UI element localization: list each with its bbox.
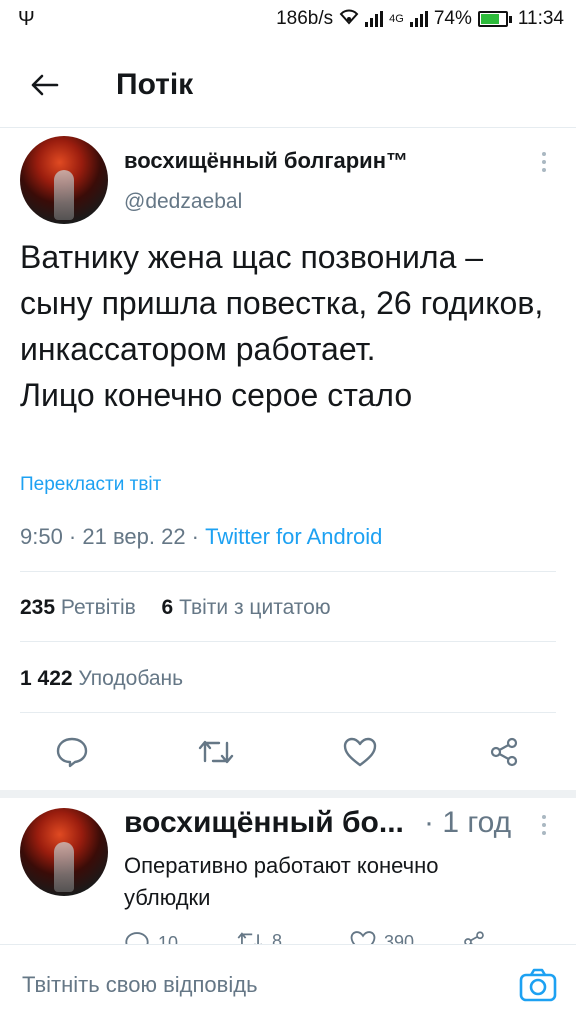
battery-percent: 74% [433, 8, 472, 29]
tweet-date: 9:50 · 21 вер. 22 · [20, 524, 206, 549]
reply-avatar[interactable] [20, 808, 108, 896]
retweets-count[interactable]: 235 [20, 596, 55, 619]
camera-icon [519, 968, 557, 1002]
reply-button[interactable] [50, 730, 94, 774]
like-button[interactable] [338, 730, 382, 774]
likes-stats: 1 422 Уподобань [20, 667, 183, 691]
reply-actions: 10 8 390 [0, 926, 576, 946]
tweet-meta: 9:50 · 21 вер. 22 · Twitter for Android [20, 524, 382, 550]
divider [20, 712, 556, 713]
tweet-actions [0, 730, 576, 774]
author-handle[interactable]: @dedzaebal [124, 190, 242, 214]
tweet-text: Ватнику жена щас позвонила – сыну пришла… [20, 239, 544, 413]
quotes-count[interactable]: 6 [162, 596, 174, 619]
signal-icon-2 [409, 11, 428, 27]
battery-icon [477, 11, 512, 27]
status-right: 186b/s 4G 74% 11:34 [276, 7, 564, 31]
app-header: Потік [0, 50, 576, 120]
reply-more-options-icon[interactable] [539, 815, 549, 835]
likes-label[interactable]: Уподобань [78, 667, 183, 690]
signal-icon [365, 11, 384, 27]
quotes-label[interactable]: Твіти з цитатою [179, 596, 331, 619]
translate-link[interactable]: Перекласти твіт [20, 474, 161, 496]
author-name[interactable]: восхищённый болгарин™ [124, 148, 408, 174]
retweet-quote-stats: 235 Ретвітів 6 Твіти з цитатою [20, 596, 331, 620]
reply-input[interactable]: Твітніть свою відповідь [22, 972, 258, 998]
clock: 11:34 [517, 8, 564, 29]
avatar[interactable] [20, 136, 108, 224]
network-speed: 186b/s [276, 8, 334, 29]
status-bar: Ψ 186b/s 4G 74% 11:34 [0, 0, 576, 38]
comment-icon [56, 737, 88, 768]
reply-time: · 1 год [424, 806, 512, 839]
reply-author-name[interactable]: восхищённый бо... [124, 806, 404, 840]
divider [20, 571, 556, 572]
header-divider [0, 127, 576, 128]
usb-icon: Ψ [18, 7, 35, 30]
heart-icon [343, 737, 377, 767]
arrow-left-icon [31, 74, 59, 96]
tweet-source-link[interactable]: Twitter for Android [205, 524, 382, 549]
reply-text: Оперативно работают конечно ублюдки [124, 853, 439, 910]
back-button[interactable] [24, 65, 64, 105]
wifi-icon [339, 7, 359, 31]
retweet-icon [198, 740, 234, 764]
page-title: Потік [116, 68, 194, 101]
more-options-icon[interactable] [539, 152, 549, 172]
section-separator [0, 790, 576, 798]
retweet-button[interactable] [194, 730, 238, 774]
reply-compose-bar[interactable]: Твітніть свою відповідь [0, 944, 576, 1024]
network-type: 4G [389, 13, 404, 25]
camera-button[interactable] [518, 967, 558, 1003]
share-button[interactable] [482, 730, 526, 774]
retweets-label[interactable]: Ретвітів [61, 596, 136, 619]
share-icon [490, 737, 518, 767]
divider [20, 641, 556, 642]
likes-count[interactable]: 1 422 [20, 667, 73, 690]
